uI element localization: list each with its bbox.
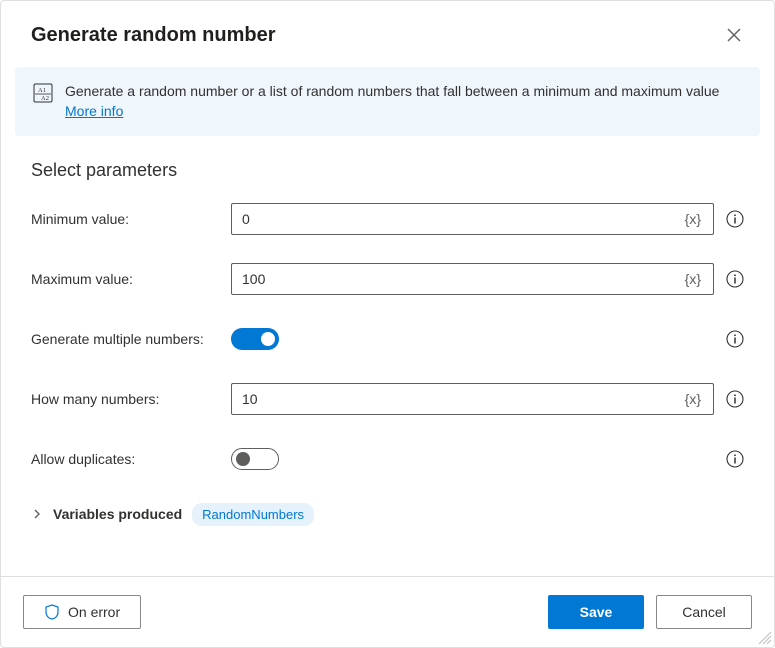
info-icon[interactable] <box>726 450 744 468</box>
dialog-footer: On error Save Cancel <box>1 576 774 647</box>
param-label-maximum: Maximum value: <box>31 271 231 287</box>
close-button[interactable] <box>718 19 750 51</box>
save-button[interactable]: Save <box>548 595 644 629</box>
variable-badge[interactable]: RandomNumbers <box>192 503 314 526</box>
chevron-right-icon[interactable] <box>31 508 43 520</box>
insert-variable-button[interactable]: {x} <box>683 391 703 407</box>
maximum-value-text: 100 <box>242 271 683 287</box>
info-banner-text: Generate a random number or a list of ra… <box>65 81 742 122</box>
toggle-knob <box>236 452 250 466</box>
cancel-button[interactable]: Cancel <box>656 595 752 629</box>
param-label-multiple: Generate multiple numbers: <box>31 331 231 347</box>
section-title: Select parameters <box>31 160 744 181</box>
info-icon[interactable] <box>726 330 744 348</box>
param-row-minimum: Minimum value: 0 {x} <box>31 203 744 235</box>
insert-variable-button[interactable]: {x} <box>683 271 703 287</box>
info-banner: A1A2 Generate a random number or a list … <box>15 67 760 136</box>
on-error-button[interactable]: On error <box>23 595 141 629</box>
param-label-minimum: Minimum value: <box>31 211 231 227</box>
svg-text:A2: A2 <box>41 95 49 102</box>
info-icon[interactable] <box>726 270 744 288</box>
dialog-body: Select parameters Minimum value: 0 {x} M… <box>1 136 774 576</box>
dialog-title: Generate random number <box>31 24 276 47</box>
how-many-text: 10 <box>242 391 683 407</box>
minimum-value-input[interactable]: 0 {x} <box>231 203 714 235</box>
shield-icon <box>44 604 60 620</box>
param-row-maximum: Maximum value: 100 {x} <box>31 263 744 295</box>
on-error-label: On error <box>68 604 120 620</box>
allow-duplicates-toggle[interactable] <box>231 448 279 470</box>
generate-multiple-toggle[interactable] <box>231 328 279 350</box>
variables-produced-label[interactable]: Variables produced <box>53 506 182 522</box>
how-many-input[interactable]: 10 {x} <box>231 383 714 415</box>
variables-produced-row: Variables produced RandomNumbers <box>31 503 744 526</box>
info-icon[interactable] <box>726 210 744 228</box>
info-banner-description: Generate a random number or a list of ra… <box>65 83 719 99</box>
dialog-header: Generate random number <box>1 1 774 67</box>
svg-text:A1: A1 <box>38 87 46 94</box>
action-type-icon: A1A2 <box>33 83 53 103</box>
param-label-duplicates: Allow duplicates: <box>31 451 231 467</box>
more-info-link[interactable]: More info <box>65 103 123 119</box>
minimum-value-text: 0 <box>242 211 683 227</box>
close-icon <box>727 28 741 42</box>
toggle-knob <box>261 332 275 346</box>
dialog: Generate random number A1A2 Generate a r… <box>0 0 775 648</box>
info-icon[interactable] <box>726 390 744 408</box>
insert-variable-button[interactable]: {x} <box>683 211 703 227</box>
param-label-count: How many numbers: <box>31 391 231 407</box>
param-row-count: How many numbers: 10 {x} <box>31 383 744 415</box>
param-row-duplicates: Allow duplicates: <box>31 443 744 475</box>
maximum-value-input[interactable]: 100 {x} <box>231 263 714 295</box>
param-row-multiple: Generate multiple numbers: <box>31 323 744 355</box>
